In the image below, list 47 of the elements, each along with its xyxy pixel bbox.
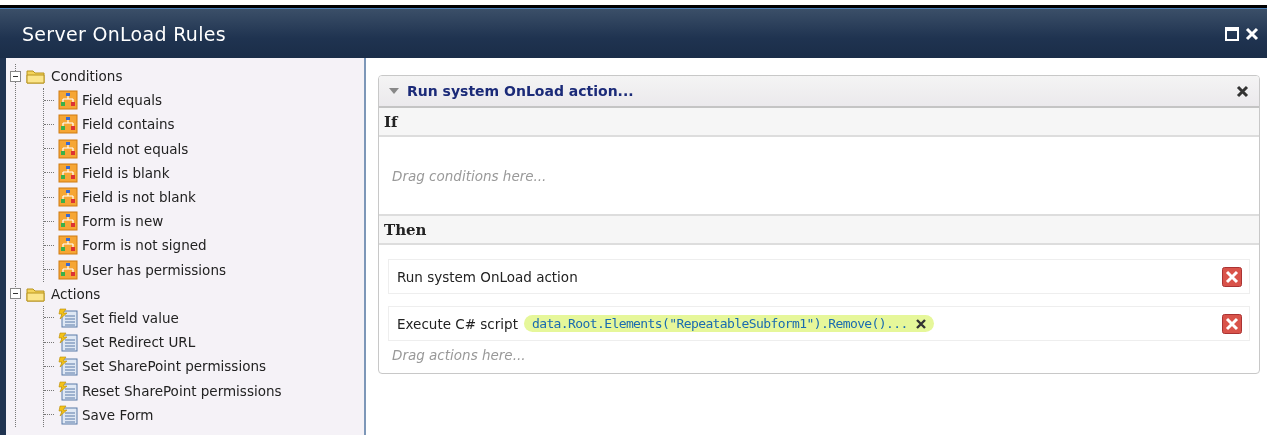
condition-icon — [58, 138, 78, 159]
script-parameter-chip[interactable]: data.Root.Elements("RepeatableSubform1").Remove()... — [523, 315, 934, 332]
tree-item-label[interactable]: Field is not blank — [82, 189, 196, 206]
condition-icon — [58, 211, 78, 232]
action-icon — [58, 380, 78, 401]
maximize-icon[interactable] — [1225, 26, 1239, 41]
action-row[interactable]: Run system OnLoad action — [388, 259, 1250, 294]
action-icon — [58, 356, 78, 377]
tree-item-label[interactable]: Form is new — [82, 213, 164, 230]
action-row[interactable]: Execute C# script data.Root.Elements("RepeatableSubform1").Remove()... — [388, 306, 1250, 341]
then-header: Then — [379, 216, 1259, 245]
delete-icon[interactable] — [1222, 266, 1242, 287]
condition-icon — [58, 114, 78, 135]
remove-icon[interactable] — [915, 318, 926, 329]
action-label: Execute C# script — [397, 315, 518, 332]
tree-item-label[interactable]: Form is not signed — [82, 237, 207, 254]
action-icon — [58, 332, 78, 353]
tree-item-label[interactable]: User has permissions — [82, 261, 226, 278]
action-icon — [58, 307, 78, 328]
tree-item-label[interactable]: Save Form — [82, 406, 154, 423]
tree-item-label[interactable]: Set SharePoint permissions — [82, 358, 266, 375]
rule-title: Run system OnLoad action... — [407, 83, 635, 99]
close-icon[interactable] — [1236, 84, 1249, 98]
tree-item-label[interactable]: Field equals — [82, 92, 162, 109]
tree-folder-label[interactable]: Conditions — [51, 68, 123, 85]
collapse-icon[interactable] — [10, 288, 21, 300]
script-parameter-text: data.Root.Elements("RepeatableSubform1").Remove()... — [531, 316, 908, 331]
window-title: Server OnLoad Rules — [22, 22, 227, 45]
condition-icon — [58, 187, 78, 208]
collapse-icon[interactable] — [10, 70, 21, 82]
collapse-caret-icon[interactable] — [389, 87, 399, 95]
action-icon — [58, 404, 78, 425]
tree-item-label[interactable]: Reset SharePoint permissions — [82, 382, 282, 399]
condition-icon — [58, 259, 78, 280]
action-label: Run system OnLoad action — [397, 268, 578, 285]
tree-item-label[interactable]: Field not equals — [82, 140, 189, 157]
delete-icon[interactable] — [1222, 313, 1242, 334]
folder-icon — [26, 67, 46, 86]
tree-item-label[interactable]: Set field value — [82, 309, 179, 326]
tree-item-label[interactable]: Set Redirect URL — [82, 334, 196, 351]
tree-folder-label[interactable]: Actions — [51, 285, 101, 302]
tree-item-label[interactable]: Field contains — [82, 116, 175, 133]
condition-icon — [58, 90, 78, 111]
condition-icon — [58, 162, 78, 183]
if-header: If — [379, 108, 1259, 137]
tree-item-label[interactable]: Field is blank — [82, 164, 170, 181]
condition-icon — [58, 235, 78, 256]
